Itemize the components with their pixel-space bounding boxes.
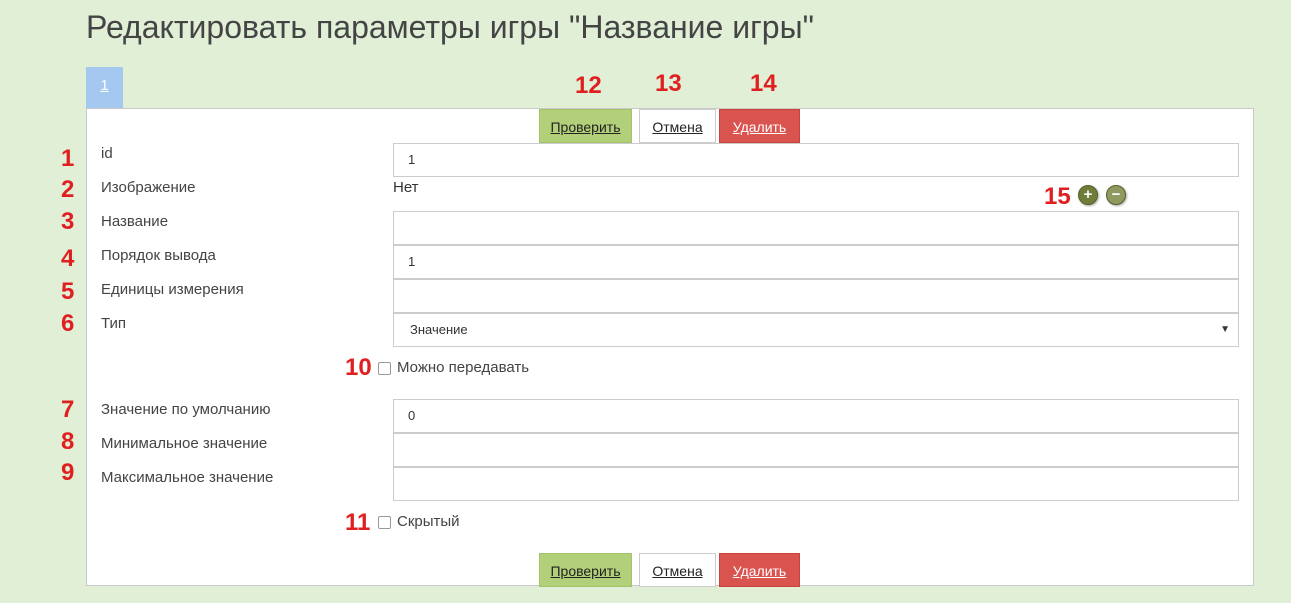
- units-input[interactable]: [393, 279, 1239, 313]
- delete-button-bottom[interactable]: Удалить: [719, 553, 800, 587]
- annotation-15: 15: [1044, 183, 1071, 210]
- tab-1[interactable]: 1: [86, 67, 123, 108]
- annotation-8: 8: [61, 428, 75, 455]
- type-select[interactable]: Значение ▼: [393, 313, 1239, 347]
- hidden-checkbox-row[interactable]: Скрытый: [378, 513, 460, 530]
- annotation-4: 4: [61, 245, 75, 272]
- annotation-12: 12: [575, 72, 602, 99]
- delete-button-top[interactable]: Удалить: [719, 109, 800, 143]
- min-value-input[interactable]: [393, 433, 1239, 467]
- transferable-checkbox[interactable]: [378, 361, 391, 375]
- annotation-9: 9: [61, 459, 75, 486]
- annotation-1: 1: [61, 145, 75, 172]
- units-label: Единицы измерения: [101, 281, 244, 298]
- name-label: Название: [101, 213, 169, 230]
- check-button-top[interactable]: Проверить: [539, 109, 632, 143]
- id-input[interactable]: 1: [393, 143, 1239, 177]
- image-label: Изображение: [101, 179, 196, 196]
- annotation-14: 14: [750, 70, 777, 97]
- annotation-6: 6: [61, 310, 75, 337]
- id-label: id: [101, 145, 113, 162]
- transferable-checkbox-row[interactable]: Можно передавать: [378, 359, 529, 376]
- image-value: Нет: [393, 179, 419, 196]
- name-input[interactable]: [393, 211, 1239, 245]
- minus-icon[interactable]: −: [1106, 185, 1126, 205]
- annotation-7: 7: [61, 396, 75, 423]
- type-select-value: Значение: [410, 322, 468, 337]
- page-title: Редактировать параметры игры "Название и…: [86, 9, 814, 45]
- annotation-2: 2: [61, 176, 75, 203]
- annotation-11: 11: [345, 509, 371, 536]
- cancel-button-bottom[interactable]: Отмена: [639, 553, 716, 587]
- annotation-3: 3: [61, 208, 75, 235]
- plus-icon[interactable]: +: [1078, 185, 1098, 205]
- check-button-bottom[interactable]: Проверить: [539, 553, 632, 587]
- cancel-button-top[interactable]: Отмена: [639, 109, 716, 143]
- hidden-label: Скрытый: [397, 513, 460, 530]
- order-label: Порядок вывода: [101, 247, 216, 264]
- transferable-label: Можно передавать: [397, 359, 530, 376]
- order-input[interactable]: 1: [393, 245, 1239, 279]
- annotation-5: 5: [61, 278, 75, 305]
- type-label: Тип: [101, 315, 127, 332]
- max-value-label: Максимальное значение: [101, 469, 274, 486]
- annotation-13: 13: [655, 70, 682, 97]
- default-value-input[interactable]: 0: [393, 399, 1239, 433]
- hidden-checkbox[interactable]: [378, 515, 391, 529]
- caret-down-icon: ▼: [1220, 324, 1230, 335]
- default-value-label: Значение по умолчанию: [101, 401, 271, 418]
- annotation-10: 10: [345, 354, 372, 381]
- max-value-input[interactable]: [393, 467, 1239, 501]
- min-value-label: Минимальное значение: [101, 435, 268, 452]
- edit-panel: [86, 108, 1254, 586]
